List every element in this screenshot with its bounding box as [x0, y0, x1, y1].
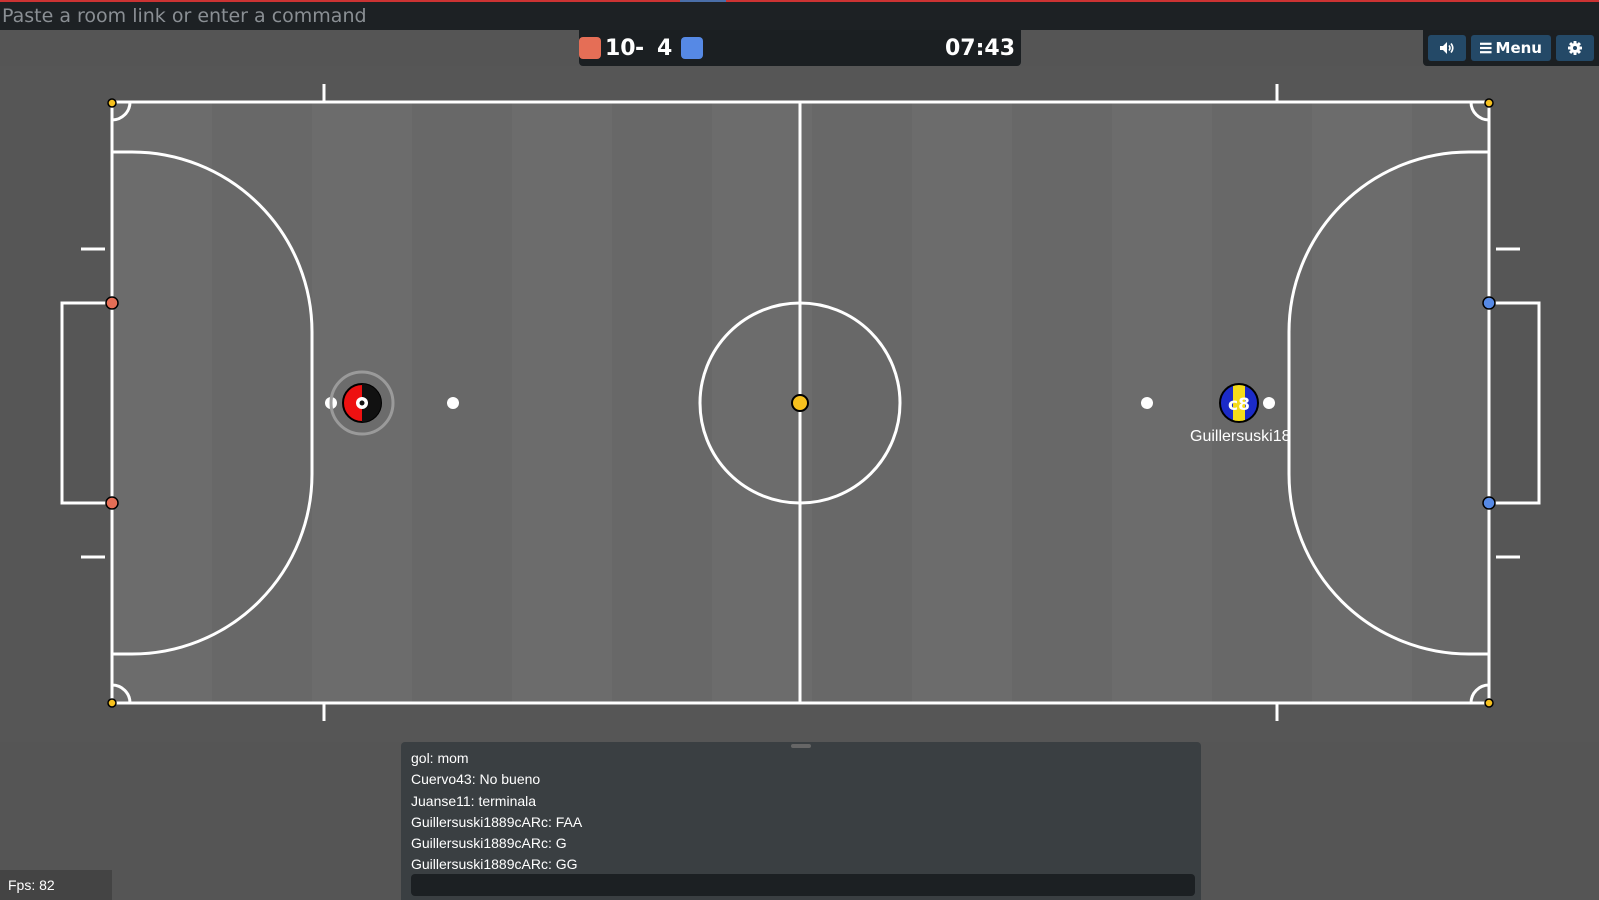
chat-input[interactable] [411, 874, 1195, 896]
score-separator: - [635, 36, 645, 61]
red-score: 10 [605, 36, 636, 61]
chat-message: Cuervo43: No bueno [411, 771, 541, 788]
blue-player-avatar: c8 [1228, 395, 1250, 415]
blue-player: c8 [1219, 383, 1259, 423]
blue-score: 4 [657, 36, 673, 61]
red-team-indicator [579, 37, 601, 59]
match-timer: 07:43 [944, 36, 1015, 61]
top-right-toolbar: Menu [1423, 30, 1599, 66]
fps-counter: Fps: 82 [0, 870, 112, 900]
scoreboard: 10 - 4 07:43 [579, 30, 1021, 66]
chat-message: Juanse11: terminala [411, 792, 537, 809]
gear-icon [1568, 41, 1582, 55]
menu-button[interactable]: Menu [1471, 35, 1551, 61]
chat-message: Guillersuski1889cARc: G [411, 835, 567, 852]
chat-log: gol: mom Cuervo43: No bueno Juanse11: te… [411, 748, 1191, 876]
game-field: c8 Guillersuski18 [0, 66, 1599, 742]
settings-button[interactable] [1556, 35, 1594, 61]
menu-label: Menu [1495, 39, 1542, 57]
command-input[interactable] [0, 2, 1599, 30]
blue-player-name: Guillersuski18 [1190, 428, 1291, 445]
speaker-icon [1440, 42, 1454, 54]
chat-message: gol: mom [411, 750, 469, 766]
chat-panel: gol: mom Cuervo43: No bueno Juanse11: te… [401, 742, 1201, 900]
sound-button[interactable] [1428, 35, 1466, 61]
top-bar [0, 0, 1599, 30]
chat-message: Guillersuski1889cARc: FAA [411, 813, 583, 830]
blue-team-indicator [681, 37, 703, 59]
chat-message: Guillersuski1889cARc: GG [411, 856, 578, 873]
hamburger-icon [1480, 42, 1492, 54]
ball [791, 394, 809, 412]
